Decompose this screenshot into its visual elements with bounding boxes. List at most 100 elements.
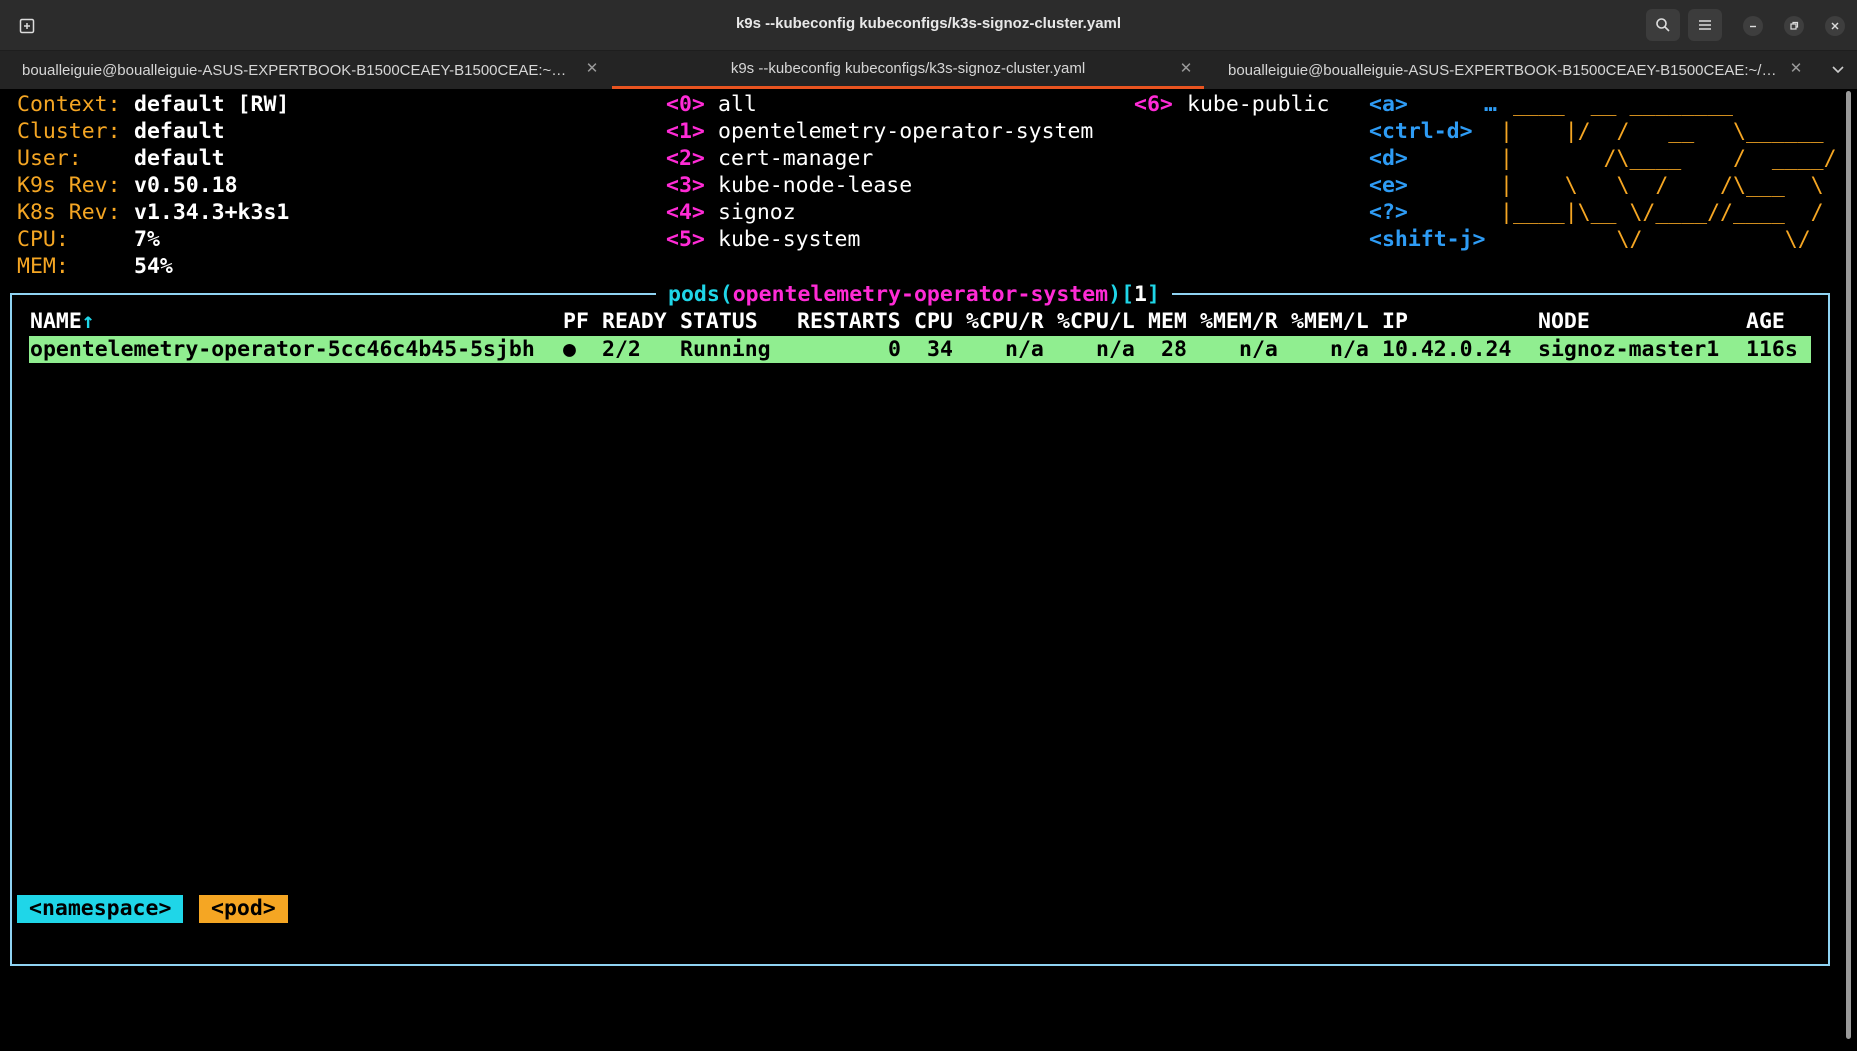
- namespace-hotkey[interactable]: <2>: [666, 145, 705, 172]
- panel-resource: pods: [668, 282, 720, 307]
- tab-k9s[interactable]: k9s --kubeconfig kubeconfigs/k3s-signoz-…: [612, 51, 1204, 89]
- panel-count: 1: [1134, 282, 1147, 307]
- tab-label: boualleiguie@boualleiguie-ASUS-EXPERTBOO…: [22, 61, 567, 79]
- cell-mem-l: n/a: [1330, 337, 1369, 362]
- namespace-hotkey[interactable]: <4>: [666, 199, 705, 226]
- panel-paren-open: (: [719, 282, 733, 307]
- cell-pf: ●: [563, 337, 576, 362]
- namespace-hotkey[interactable]: <1>: [666, 118, 705, 145]
- restore-icon: [1790, 21, 1799, 30]
- info-key: CPU:: [17, 227, 69, 252]
- terminal-scrollbar[interactable]: [1846, 91, 1851, 1039]
- col-mem-r[interactable]: %MEM/R: [1200, 308, 1278, 335]
- panel-title: pods(opentelemetry-operator-system)[1]: [656, 281, 1172, 308]
- close-icon[interactable]: ✕: [584, 61, 600, 77]
- col-cpu[interactable]: CPU: [914, 308, 953, 335]
- cell-cpu-l: n/a: [1096, 337, 1135, 362]
- shortcut-key[interactable]: <a>: [1369, 91, 1408, 118]
- terminal-area[interactable]: Context: default [RW] Cluster: default U…: [0, 89, 1857, 1051]
- breadcrumb-pod[interactable]: <pod>: [199, 895, 288, 923]
- col-name-label: NAME: [30, 309, 82, 334]
- panel-bracket-close: ]: [1146, 282, 1160, 307]
- cell-age: 116s: [1746, 337, 1798, 362]
- pods-panel: [10, 293, 1830, 966]
- col-name[interactable]: NAME↑: [30, 308, 95, 335]
- panel-namespace: opentelemetry-operator-system: [732, 282, 1109, 307]
- namespace-name[interactable]: kube-system: [718, 226, 860, 253]
- restore-button[interactable]: [1784, 16, 1804, 36]
- logo-line: ____ __ ________: [1500, 92, 1837, 117]
- chevron-down-icon[interactable]: [1829, 62, 1847, 78]
- info-value: default: [134, 119, 225, 144]
- logo-line: | /\____ / ____/: [1500, 146, 1837, 171]
- tab-label: boualleiguie@boualleiguie-ASUS-EXPERTBOO…: [1228, 61, 1784, 79]
- tab-shell-1[interactable]: boualleiguie@boualleiguie-ASUS-EXPERTBOO…: [0, 51, 610, 89]
- namespace-hotkey[interactable]: <6>: [1134, 91, 1173, 118]
- logo-line: | |/ / __ \______: [1500, 119, 1837, 144]
- col-ip[interactable]: IP: [1382, 308, 1408, 335]
- cell-status: Running: [680, 337, 771, 362]
- cell-restarts: 0: [888, 337, 901, 362]
- cell-name[interactable]: opentelemetry-operator-5cc46c4b45-5sjbh: [30, 336, 535, 363]
- namespace-name[interactable]: kube-public: [1187, 91, 1329, 118]
- col-mem-l[interactable]: %MEM/L: [1291, 308, 1369, 335]
- breadcrumb-namespace[interactable]: <namespace>: [17, 895, 184, 923]
- namespace-name[interactable]: opentelemetry-operator-system: [718, 118, 1093, 145]
- col-pf[interactable]: PF: [563, 308, 589, 335]
- close-window-button[interactable]: [1825, 16, 1845, 36]
- menu-button[interactable]: [1688, 9, 1722, 41]
- col-node[interactable]: NODE: [1538, 308, 1590, 335]
- info-value: v1.34.3+k3s1: [134, 200, 290, 225]
- logo-line: | \ \ / /\___ \: [1500, 173, 1837, 198]
- info-key: K8s Rev:: [17, 200, 121, 225]
- new-tab-button[interactable]: [12, 12, 42, 40]
- namespace-hotkey[interactable]: <0>: [666, 91, 705, 118]
- hamburger-menu-icon: [1699, 20, 1711, 30]
- namespace-name[interactable]: kube-node-lease: [718, 172, 912, 199]
- info-value: v0.50.18: [134, 173, 238, 198]
- shortcut-key[interactable]: <?>: [1369, 199, 1408, 226]
- close-icon[interactable]: ✕: [1178, 61, 1194, 77]
- window-title: k9s --kubeconfig kubeconfigs/k3s-signoz-…: [735, 15, 1122, 32]
- namespace-hotkey[interactable]: <5>: [666, 226, 705, 253]
- cell-ready: 2/2: [602, 337, 641, 362]
- cell-ip: 10.42.0.24: [1382, 337, 1512, 362]
- panel-bracket-open: [: [1121, 282, 1135, 307]
- close-icon[interactable]: ✕: [1788, 61, 1804, 77]
- tab-bar: boualleiguie@boualleiguie-ASUS-EXPERTBOO…: [0, 51, 1857, 89]
- window-titlebar: k9s --kubeconfig kubeconfigs/k3s-signoz-…: [0, 0, 1857, 51]
- namespace-name[interactable]: all: [718, 91, 757, 118]
- col-cpu-r[interactable]: %CPU/R: [966, 308, 1044, 335]
- minimize-button[interactable]: [1743, 16, 1763, 36]
- close-icon: [1831, 22, 1839, 30]
- col-cpu-l[interactable]: %CPU/L: [1057, 308, 1135, 335]
- info-key: Context:: [17, 92, 121, 117]
- tab-label: k9s --kubeconfig kubeconfigs/k3s-signoz-…: [730, 60, 1086, 77]
- logo-ellipsis: …: [1484, 92, 1497, 117]
- info-value: 7%: [134, 227, 160, 252]
- col-mem[interactable]: MEM: [1148, 308, 1187, 335]
- cell-cpu-r: n/a: [1005, 337, 1044, 362]
- namespace-name[interactable]: signoz: [718, 199, 796, 226]
- search-icon: [1656, 18, 1670, 32]
- minimize-icon: [1750, 25, 1756, 28]
- col-ready[interactable]: READY: [602, 308, 667, 335]
- info-value: 54%: [134, 254, 173, 279]
- col-status[interactable]: STATUS: [680, 308, 758, 335]
- cell-cpu: 34: [927, 337, 953, 362]
- info-value: default: [134, 146, 225, 171]
- shortcut-key[interactable]: <d>: [1369, 145, 1408, 172]
- shortcut-key[interactable]: <e>: [1369, 172, 1408, 199]
- namespace-hotkey[interactable]: <3>: [666, 172, 705, 199]
- tab-shell-2[interactable]: boualleiguie@boualleiguie-ASUS-EXPERTBOO…: [1206, 51, 1814, 89]
- col-restarts[interactable]: RESTARTS: [797, 308, 901, 335]
- cell-mem-r: n/a: [1239, 337, 1278, 362]
- logo-line: \/ \/: [1500, 227, 1837, 252]
- shortcut-key[interactable]: <ctrl-d>: [1369, 118, 1473, 145]
- shortcut-key[interactable]: <shift-j>: [1369, 226, 1486, 253]
- namespace-name[interactable]: cert-manager: [718, 145, 873, 172]
- info-key: K9s Rev:: [17, 173, 121, 198]
- logo-line: |____|\__ \/____//____ /: [1500, 200, 1837, 225]
- col-age[interactable]: AGE: [1746, 308, 1785, 335]
- search-button[interactable]: [1646, 9, 1680, 41]
